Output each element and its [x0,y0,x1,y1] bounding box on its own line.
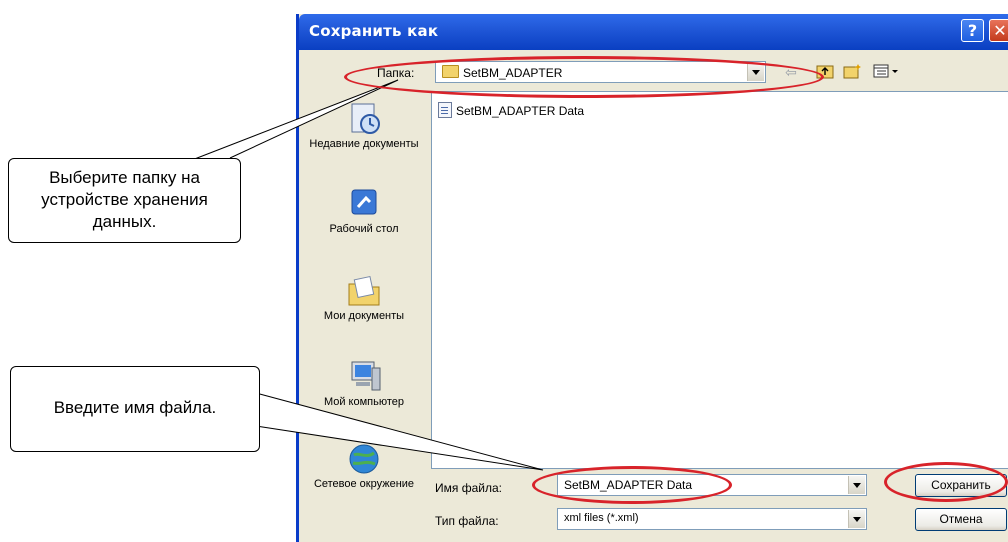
callout-enter-filename: Введите имя файла. [10,366,260,452]
save-highlight-ellipse [884,462,1008,502]
callout-select-folder: Выберите папку на устройстве хранения да… [8,158,241,243]
filename-highlight-ellipse [532,466,732,504]
folder-highlight-ellipse [344,56,824,98]
